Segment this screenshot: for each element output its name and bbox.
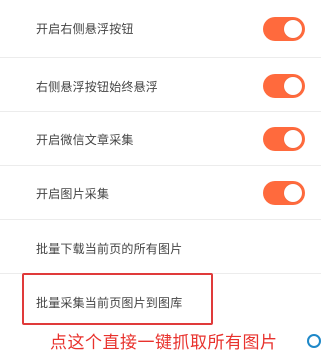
setting-row-right-float-button: 开启右侧悬浮按钮 xyxy=(0,0,321,58)
setting-row-always-float: 右侧悬浮按钮始终悬浮 xyxy=(0,58,321,112)
toggle-switch-image-collect[interactable] xyxy=(263,181,305,205)
toggle-knob xyxy=(284,77,302,95)
setting-row-wechat-article-collect: 开启微信文章采集 xyxy=(0,112,321,166)
annotation-text: 点这个直接一键抓取所有图片 xyxy=(50,333,278,353)
setting-label: 开启微信文章采集 xyxy=(36,133,134,147)
toggle-knob xyxy=(284,184,302,202)
partial-corner-icon xyxy=(307,334,321,348)
toggle-knob xyxy=(284,130,302,148)
action-row-batch-collect-to-library[interactable]: 批量采集当前页图片到图库 xyxy=(0,274,321,324)
toggle-switch-right-float-button[interactable] xyxy=(263,17,305,41)
action-label: 批量下载当前页的所有图片 xyxy=(36,242,183,256)
setting-label: 右侧悬浮按钮始终悬浮 xyxy=(36,80,159,94)
action-row-batch-download-images[interactable]: 批量下载当前页的所有图片 xyxy=(0,220,321,274)
setting-label: 开启右侧悬浮按钮 xyxy=(36,22,134,36)
settings-panel: 开启右侧悬浮按钮 右侧悬浮按钮始终悬浮 开启微信文章采集 开启图片采集 批量下载… xyxy=(0,0,321,353)
action-label: 批量采集当前页图片到图库 xyxy=(36,296,183,310)
setting-row-image-collect: 开启图片采集 xyxy=(0,166,321,220)
setting-label: 开启图片采集 xyxy=(36,187,110,201)
toggle-knob xyxy=(284,20,302,38)
toggle-switch-wechat-article-collect[interactable] xyxy=(263,127,305,151)
toggle-switch-always-float[interactable] xyxy=(263,74,305,98)
